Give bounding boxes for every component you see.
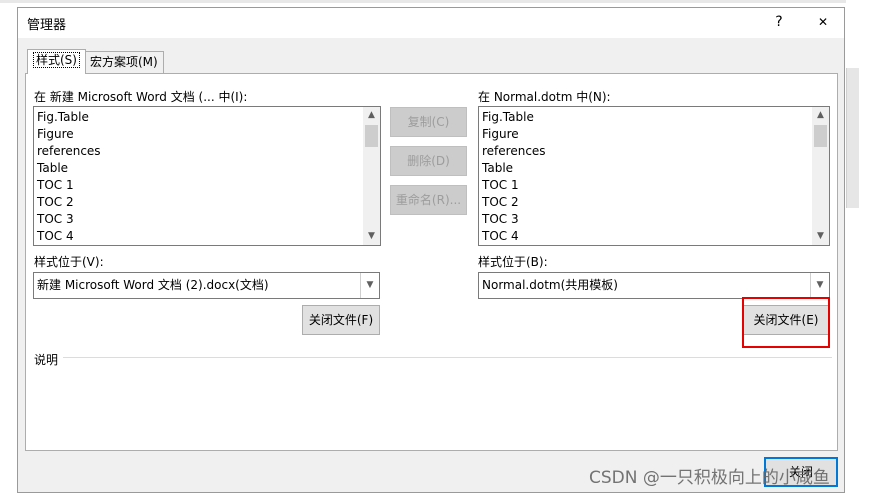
tab-styles[interactable]: 样式(S) bbox=[27, 49, 86, 74]
dialog-title: 管理器 bbox=[27, 18, 67, 33]
description-label: 说明 bbox=[34, 353, 59, 367]
scroll-thumb[interactable] bbox=[365, 125, 378, 147]
organizer-dialog: 管理器 ? ✕ 样式(S) 宏方案项(M) 在 新建 Microsoft Wor… bbox=[17, 7, 845, 493]
description-divider bbox=[63, 357, 832, 358]
scroll-down-icon[interactable]: ▼ bbox=[812, 228, 829, 245]
list-item[interactable]: Fig.Table bbox=[482, 109, 546, 126]
highlight-box bbox=[742, 297, 830, 348]
scroll-up-icon[interactable]: ▲ bbox=[363, 107, 380, 124]
list-item[interactable]: TOC 3 bbox=[37, 211, 101, 228]
list-item[interactable]: TOC 3 bbox=[482, 211, 546, 228]
chevron-down-icon[interactable]: ▼ bbox=[810, 273, 829, 298]
left-location-label: 样式位于(V): bbox=[34, 255, 104, 269]
list-item[interactable]: Table bbox=[482, 160, 546, 177]
tab-macro-items[interactable]: 宏方案项(M) bbox=[84, 51, 164, 73]
list-item[interactable]: TOC 2 bbox=[37, 194, 101, 211]
left-location-value: 新建 Microsoft Word 文档 (2).docx(文档) bbox=[37, 278, 269, 292]
scroll-down-icon[interactable]: ▼ bbox=[363, 228, 380, 245]
background-strip bbox=[0, 0, 877, 3]
list-item[interactable]: references bbox=[482, 143, 546, 160]
list-item[interactable]: Table bbox=[37, 160, 101, 177]
list-item[interactable]: TOC 1 bbox=[37, 177, 101, 194]
tab-macro-items-label: 宏方案项(M) bbox=[90, 55, 158, 69]
right-list-scrollbar[interactable]: ▲ ▼ bbox=[812, 107, 829, 245]
list-item[interactable]: TOC 4 bbox=[482, 228, 546, 245]
right-location-value: Normal.dotm(共用模板) bbox=[482, 278, 618, 292]
background-panel bbox=[846, 68, 859, 208]
right-list-heading: 在 Normal.dotm 中(N): bbox=[478, 90, 611, 104]
left-list-heading: 在 新建 Microsoft Word 文档 (... 中(I): bbox=[34, 90, 248, 104]
right-location-label: 样式位于(B): bbox=[478, 255, 548, 269]
rename-button[interactable]: 重命名(R)... bbox=[390, 185, 467, 215]
right-list-items: Fig.Table Figure references Table TOC 1 … bbox=[482, 109, 546, 245]
chevron-down-icon[interactable]: ▼ bbox=[360, 273, 379, 298]
list-item[interactable]: Figure bbox=[37, 126, 101, 143]
list-item[interactable]: Fig.Table bbox=[37, 109, 101, 126]
list-item[interactable]: TOC 2 bbox=[482, 194, 546, 211]
left-list-scrollbar[interactable]: ▲ ▼ bbox=[363, 107, 380, 245]
title-bar: 管理器 ? ✕ bbox=[18, 8, 844, 38]
help-button[interactable]: ? bbox=[768, 10, 790, 34]
left-style-list[interactable]: Fig.Table Figure references Table TOC 1 … bbox=[33, 106, 381, 246]
right-location-select[interactable]: Normal.dotm(共用模板) ▼ bbox=[478, 272, 830, 299]
scroll-up-icon[interactable]: ▲ bbox=[812, 107, 829, 124]
tab-styles-label: 样式(S) bbox=[33, 52, 80, 68]
left-location-select[interactable]: 新建 Microsoft Word 文档 (2).docx(文档) ▼ bbox=[33, 272, 380, 299]
left-list-items: Fig.Table Figure references Table TOC 1 … bbox=[37, 109, 101, 245]
list-item[interactable]: TOC 1 bbox=[482, 177, 546, 194]
close-icon[interactable]: ✕ bbox=[812, 10, 834, 34]
right-style-list[interactable]: Fig.Table Figure references Table TOC 1 … bbox=[478, 106, 830, 246]
delete-button[interactable]: 删除(D) bbox=[390, 146, 467, 176]
scroll-thumb[interactable] bbox=[814, 125, 827, 147]
list-item[interactable]: TOC 4 bbox=[37, 228, 101, 245]
copy-button[interactable]: 复制(C) bbox=[390, 107, 467, 137]
left-close-file-button[interactable]: 关闭文件(F) bbox=[302, 305, 380, 335]
list-item[interactable]: references bbox=[37, 143, 101, 160]
list-item[interactable]: Figure bbox=[482, 126, 546, 143]
watermark: CSDN @一只积极向上的小咸鱼 bbox=[589, 468, 830, 488]
